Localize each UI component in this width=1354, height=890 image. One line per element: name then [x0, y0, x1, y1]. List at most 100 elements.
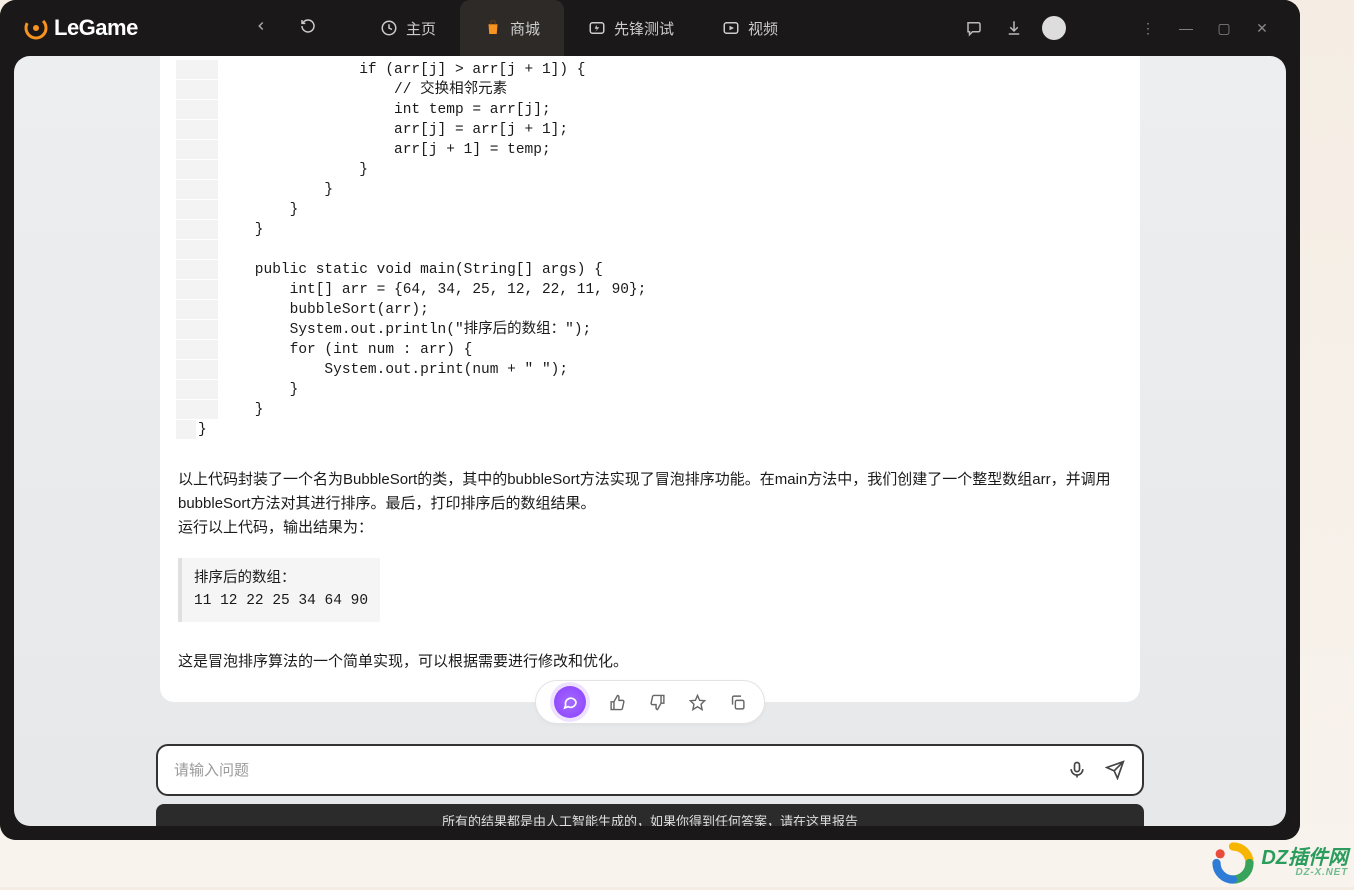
code-gutter [176, 360, 218, 380]
code-gutter [176, 380, 218, 400]
tab-home[interactable]: 主页 [356, 0, 460, 56]
explain-p1: 以上代码封装了一个名为BubbleSort的类，其中的bubbleSort方法实… [178, 468, 1122, 516]
code-text: } [220, 200, 298, 220]
microphone-icon[interactable] [1066, 759, 1088, 781]
tab-label: 先锋测试 [614, 18, 674, 39]
output-line2: 11 12 22 25 34 64 90 [194, 590, 368, 612]
thumbs-up-icon[interactable] [608, 693, 626, 711]
code-text [220, 240, 255, 260]
code-line: for (int num : arr) { [176, 340, 780, 360]
code-text: arr[j + 1] = temp; [220, 140, 551, 160]
code-text: arr[j] = arr[j + 1]; [220, 120, 568, 140]
code-line: } [176, 200, 780, 220]
code-line: if (arr[j] > arr[j + 1]) { [176, 60, 780, 80]
home-icon [380, 19, 398, 37]
code-gutter [176, 260, 218, 280]
refresh-button[interactable] [292, 14, 324, 43]
chat-card: if (arr[j] > arr[j + 1]) { // 交换相邻元素 int… [160, 56, 1140, 702]
minimize-button[interactable]: — [1176, 20, 1196, 37]
code-line: System.out.print(num + " "); [176, 360, 780, 380]
titlebar: LeGame 主页 商城 [0, 0, 1300, 56]
content-wrap: if (arr[j] > arr[j + 1]) { // 交换相邻元素 int… [0, 56, 1300, 840]
code-text: public static void main(String[] args) { [220, 260, 603, 280]
input-box [156, 744, 1144, 796]
tab-label: 视频 [748, 18, 778, 39]
code-gutter [176, 280, 218, 300]
star-icon[interactable] [688, 693, 706, 711]
back-button[interactable] [246, 15, 276, 42]
footer-bar[interactable]: 所有的结果都是由人工智能生成的，如果你得到任何答案，请在这里报告 [156, 804, 1144, 826]
download-icon[interactable] [1002, 16, 1026, 40]
chat-body: if (arr[j] > arr[j + 1]) { // 交换相邻元素 int… [14, 56, 1286, 826]
maximize-button[interactable]: ▢ [1214, 20, 1234, 37]
code-line: arr[j] = arr[j + 1]; [176, 120, 780, 140]
tab-video[interactable]: 视频 [698, 0, 802, 56]
code-line: int temp = arr[j]; [176, 100, 780, 120]
question-input[interactable] [174, 762, 1066, 779]
copy-icon[interactable] [728, 693, 746, 711]
logo-area[interactable]: LeGame [8, 15, 238, 41]
code-line: } [176, 180, 780, 200]
app-window: LeGame 主页 商城 [0, 0, 1300, 840]
thumbs-down-icon[interactable] [648, 693, 666, 711]
code-gutter [176, 340, 218, 360]
output-line1: 排序后的数组： [194, 568, 368, 590]
code-line: public static void main(String[] args) { [176, 260, 780, 280]
code-line: System.out.println("排序后的数组："); [176, 320, 780, 340]
code-text: System.out.println("排序后的数组："); [220, 320, 591, 340]
tab-label: 主页 [406, 18, 436, 39]
code-gutter [176, 300, 218, 320]
watermark-icon [1211, 841, 1255, 885]
code-line: } [176, 220, 780, 240]
code-line: } [176, 400, 780, 420]
code-text: int[] arr = {64, 34, 25, 12, 22, 11, 90}… [220, 280, 646, 300]
code-line: bubbleSort(arr); [176, 300, 780, 320]
code-text: // 交换相邻元素 [220, 80, 507, 100]
close-button[interactable]: ✕ [1252, 20, 1272, 37]
code-line: // 交换相邻元素 [176, 80, 780, 100]
explain-p2: 运行以上代码，输出结果为： [178, 516, 1122, 540]
code-gutter [176, 400, 218, 420]
code-line: } [176, 160, 780, 180]
tab-beta[interactable]: 先锋测试 [564, 0, 698, 56]
logo-text: LeGame [54, 15, 138, 41]
code-gutter [176, 240, 218, 260]
tab-label: 商城 [510, 18, 540, 39]
code-text: } [220, 380, 298, 400]
code-text: int temp = arr[j]; [220, 100, 551, 120]
code-text: } [220, 160, 368, 180]
logo-icon [24, 16, 48, 40]
code-text: System.out.print(num + " "); [220, 360, 568, 380]
code-line: } [176, 380, 780, 400]
nav-controls [238, 14, 332, 43]
watermark: DZ插件网 DZ-X.NET [1211, 841, 1348, 885]
code-line: int[] arr = {64, 34, 25, 12, 22, 11, 90}… [176, 280, 780, 300]
explain-text: 以上代码封装了一个名为BubbleSort的类，其中的bubbleSort方法实… [160, 440, 1140, 540]
send-icon[interactable] [1104, 759, 1126, 781]
watermark-main: DZ插件网 [1261, 848, 1348, 868]
watermark-text: DZ插件网 DZ-X.NET [1261, 848, 1348, 878]
code-text: if (arr[j] > arr[j + 1]) { [220, 60, 585, 80]
more-button[interactable]: ⋮ [1138, 20, 1158, 37]
code-gutter [176, 140, 218, 160]
code-text: bubbleSort(arr); [220, 300, 429, 320]
code-gutter [176, 60, 218, 80]
video-icon [722, 19, 740, 37]
avatar[interactable] [1042, 16, 1066, 40]
code-text: for (int num : arr) { [220, 340, 472, 360]
lightning-icon [588, 19, 606, 37]
code-text: } [220, 220, 264, 240]
input-bar [156, 744, 1144, 796]
code-gutter [176, 320, 218, 340]
chat-icon[interactable] [554, 686, 586, 718]
code-text: } [220, 400, 264, 420]
code-line: } [176, 420, 780, 440]
message-icon[interactable] [962, 16, 986, 40]
titlebar-right: ⋮ — ▢ ✕ [962, 16, 1292, 40]
code-gutter [176, 100, 218, 120]
code-block: if (arr[j] > arr[j + 1]) { // 交换相邻元素 int… [176, 56, 780, 440]
tab-store[interactable]: 商城 [460, 0, 564, 56]
nav-tabs: 主页 商城 先锋测试 视频 [356, 0, 802, 56]
action-bar [535, 680, 765, 724]
code-gutter [176, 80, 218, 100]
